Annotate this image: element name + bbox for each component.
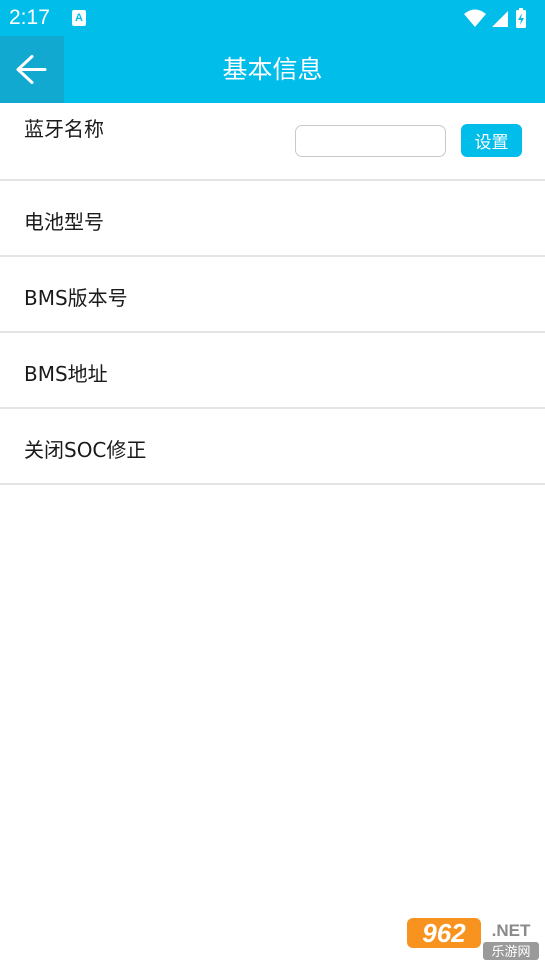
watermark-site: 乐游网 bbox=[491, 945, 530, 960]
app-bar: 基本信息 bbox=[0, 36, 545, 103]
bms-version-row[interactable]: BMS版本号 bbox=[0, 257, 545, 333]
bms-address-label: BMS地址 bbox=[24, 362, 108, 386]
bms-address-row[interactable]: BMS地址 bbox=[0, 333, 545, 409]
bluetooth-name-input[interactable] bbox=[295, 125, 446, 157]
back-button[interactable] bbox=[0, 36, 64, 103]
status-time: 2:17 bbox=[9, 6, 50, 29]
set-button[interactable]: 设置 bbox=[461, 124, 522, 157]
battery-model-row[interactable]: 电池型号 bbox=[0, 181, 545, 257]
battery-model-label: 电池型号 bbox=[24, 210, 104, 234]
info-list: 蓝牙名称 电池型号 BMS版本号 BMS地址 关闭SOC修正 bbox=[0, 103, 545, 485]
watermark-suffix: .NET bbox=[492, 921, 531, 940]
status-bar: 2:17 A bbox=[0, 0, 545, 36]
battery-icon bbox=[516, 8, 526, 28]
bms-version-label: BMS版本号 bbox=[24, 286, 128, 310]
soc-correction-label: 关闭SOC修正 bbox=[24, 438, 147, 462]
page-title: 基本信息 bbox=[222, 55, 323, 84]
bluetooth-name-label: 蓝牙名称 bbox=[24, 117, 104, 141]
cellular-signal-icon bbox=[492, 11, 508, 27]
a-icon: A bbox=[72, 10, 86, 26]
watermark-logo: 962 .NET 乐游网 bbox=[407, 918, 539, 960]
watermark-number: 962 bbox=[422, 918, 466, 948]
arrow-left-icon bbox=[16, 55, 47, 84]
soc-correction-row[interactable]: 关闭SOC修正 bbox=[0, 409, 545, 485]
wifi-icon bbox=[464, 9, 486, 27]
status-icons bbox=[464, 8, 526, 28]
